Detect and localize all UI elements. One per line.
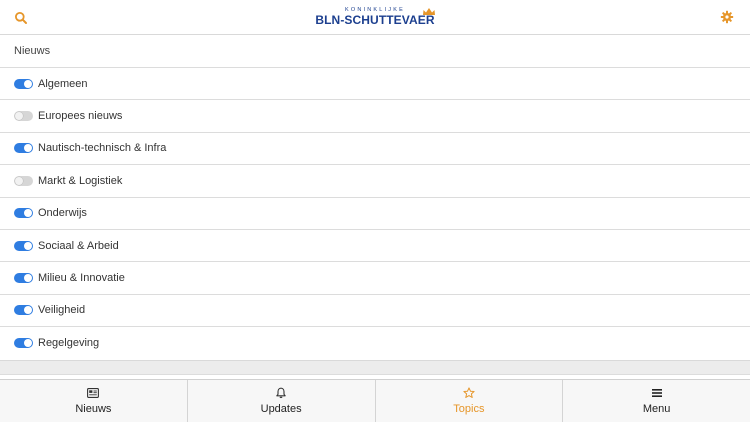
tab-label: Updates [260,403,302,415]
toggle-knob [24,79,32,88]
topic-row[interactable]: Milieu & Innovatie [0,262,750,295]
topic-label: Sociaal & Arbeid [38,239,119,252]
topic-toggle[interactable] [14,273,33,284]
topic-row[interactable]: Veiligheid [0,295,750,328]
toggle-knob [24,241,32,250]
topics-list: Nieuws Algemeen Europees nieuws Nautisch-t… [0,35,750,361]
toggle-knob [24,209,32,218]
newspaper-icon [87,387,100,399]
topic-toggle[interactable] [14,175,33,186]
topic-row[interactable]: Algemeen [0,68,750,101]
topic-row[interactable]: Onderwijs [0,198,750,230]
topic-row[interactable]: Nautisch-technisch & Infra [0,133,750,166]
settings-button[interactable] [720,10,734,24]
topic-row[interactable]: Markt & Logistiek [0,165,750,198]
brand-logo: KONINKLIJKE BLN-SCHUTTEVAER [310,7,440,27]
topic-label: Veiligheid [38,304,86,317]
topic-label: Regelgeving [38,337,100,350]
tab-label: Menu [642,403,671,415]
topic-label: Europees nieuws [38,110,123,123]
toggle-knob [24,144,32,153]
topic-row[interactable]: Europees nieuws [0,100,750,133]
topic-toggle[interactable] [14,111,33,122]
topic-toggle[interactable] [14,338,33,349]
logo-title: BLN-SCHUTTEVAER [315,13,435,27]
toggle-knob [24,274,32,283]
app-header: KONINKLIJKE BLN-SCHUTTEVAER [0,0,750,35]
topic-label: Nautisch-technisch & Infra [38,142,167,155]
gear-icon [720,10,734,24]
topic-toggle[interactable] [14,78,33,89]
bell-icon [275,387,287,399]
search-button[interactable] [14,11,28,25]
topic-label: Onderwijs [38,207,87,220]
hamburger-icon [651,387,663,399]
tab-updates[interactable]: Updates [188,380,376,422]
topic-toggle[interactable] [14,305,33,316]
toggle-knob [24,306,32,315]
tab-label: Nieuws [75,403,112,415]
toggle-knob [15,176,23,185]
topic-label: Markt & Logistiek [38,174,123,187]
toggle-knob [15,112,23,121]
crown-icon [423,8,435,15]
topic-label: Milieu & Innovatie [38,272,125,285]
bottom-tab-bar: Nieuws Updates Topics Menu [0,379,750,422]
section-title: Nieuws [0,35,750,68]
tab-nieuws[interactable]: Nieuws [0,380,188,422]
star-icon [463,387,475,399]
topic-toggle[interactable] [14,240,33,251]
tab-label: Topics [453,403,485,415]
toggle-knob [24,339,32,348]
topic-toggle[interactable] [14,208,33,219]
topic-row[interactable]: Sociaal & Arbeid [0,230,750,263]
topic-toggle[interactable] [14,143,33,154]
tab-menu[interactable]: Menu [563,380,750,422]
topic-label: Algemeen [38,77,88,90]
search-icon [15,12,27,24]
tab-topics[interactable]: Topics [376,380,564,422]
topic-row[interactable]: Regelgeving [0,327,750,359]
